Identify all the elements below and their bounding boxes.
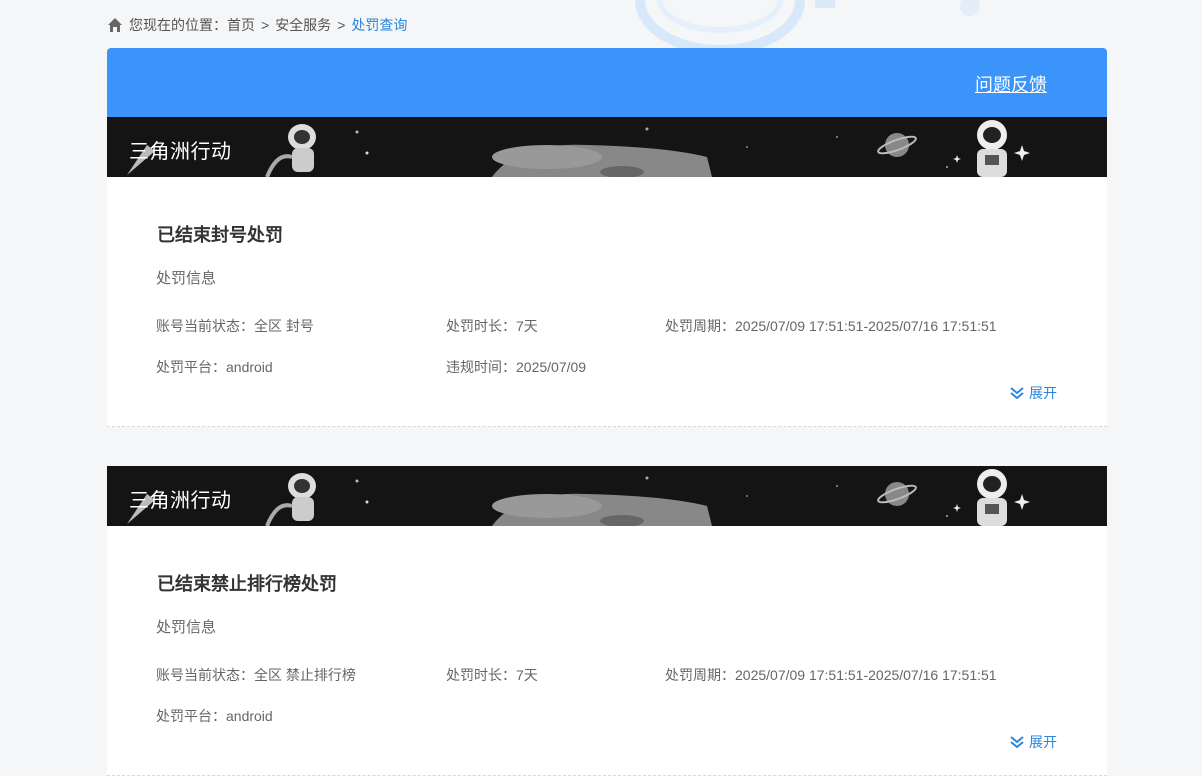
banner-artwork bbox=[127, 469, 1030, 526]
section-label: 处罚信息 bbox=[156, 270, 217, 287]
penalty-platform: 处罚平台：android bbox=[156, 359, 273, 375]
expand-button[interactable]: 展开 bbox=[1009, 732, 1057, 752]
penalty-card: 三角洲行动 已结束封号处罚 处罚信息 账号当前状态：全区 封号 处罚时长：7天 … bbox=[107, 117, 1107, 427]
breadcrumb-current: 处罚查询 bbox=[351, 17, 408, 33]
game-banner: 三角洲行动 bbox=[107, 466, 1107, 526]
breadcrumb-separator: > bbox=[337, 17, 346, 33]
penalty-title: 已结束封号处罚 bbox=[157, 225, 283, 245]
breadcrumb-security[interactable]: 安全服务 bbox=[275, 15, 331, 35]
account-status: 账号当前状态：全区 封号 bbox=[156, 318, 314, 334]
penalty-card: 三角洲行动 已结束禁止排行榜处罚 处罚信息 账号当前状态：全区 禁止排行榜 处罚… bbox=[107, 466, 1107, 776]
breadcrumb-prefix: 您现在的位置： bbox=[129, 17, 227, 33]
banner-artwork bbox=[127, 120, 1030, 177]
feedback-link[interactable]: 问题反馈 bbox=[975, 71, 1047, 97]
planet-icon bbox=[877, 482, 917, 506]
penalty-duration: 处罚时长：7天 bbox=[446, 667, 538, 683]
penalty-period: 处罚周期：2025/07/09 17:51:51-2025/07/16 17:5… bbox=[665, 667, 997, 683]
game-name: 三角洲行动 bbox=[129, 490, 232, 512]
astronaut-icon bbox=[265, 124, 316, 177]
breadcrumb-separator: > bbox=[261, 17, 270, 33]
double-chevron-down-icon bbox=[1010, 736, 1024, 749]
game-banner: 三角洲行动 bbox=[107, 117, 1107, 177]
game-name: 三角洲行动 bbox=[129, 141, 232, 163]
home-icon bbox=[108, 18, 122, 32]
expand-button[interactable]: 展开 bbox=[1009, 383, 1057, 403]
planet-icon bbox=[877, 133, 917, 157]
account-status: 账号当前状态：全区 禁止排行榜 bbox=[156, 667, 356, 683]
violation-time: 违规时间：2025/07/09 bbox=[446, 359, 587, 375]
expand-label: 展开 bbox=[1029, 734, 1057, 750]
astronaut-icon bbox=[265, 473, 316, 526]
section-label: 处罚信息 bbox=[156, 619, 217, 636]
penalty-period: 处罚周期：2025/07/09 17:51:51-2025/07/16 17:5… bbox=[665, 318, 997, 334]
penalty-platform: 处罚平台：android bbox=[156, 708, 273, 724]
expand-label: 展开 bbox=[1029, 385, 1057, 401]
card-divider bbox=[107, 426, 1107, 427]
card-body: 已结束封号处罚 处罚信息 账号当前状态：全区 封号 处罚时长：7天 处罚周期：2… bbox=[107, 177, 1107, 427]
astronaut-icon bbox=[977, 120, 1007, 177]
double-chevron-down-icon bbox=[1010, 387, 1024, 400]
header-bar: 问题反馈 bbox=[107, 48, 1107, 117]
penalty-panel: 问题反馈 bbox=[107, 48, 1107, 117]
penalty-title: 已结束禁止排行榜处罚 bbox=[157, 574, 337, 594]
breadcrumb-home[interactable]: 首页 bbox=[227, 15, 255, 35]
penalty-duration: 处罚时长：7天 bbox=[446, 318, 538, 334]
breadcrumb: 您现在的位置： 首页 > 安全服务 > 处罚查询 bbox=[107, 15, 407, 35]
astronaut-icon bbox=[977, 469, 1007, 526]
card-body: 已结束禁止排行榜处罚 处罚信息 账号当前状态：全区 禁止排行榜 处罚时长：7天 … bbox=[107, 526, 1107, 776]
